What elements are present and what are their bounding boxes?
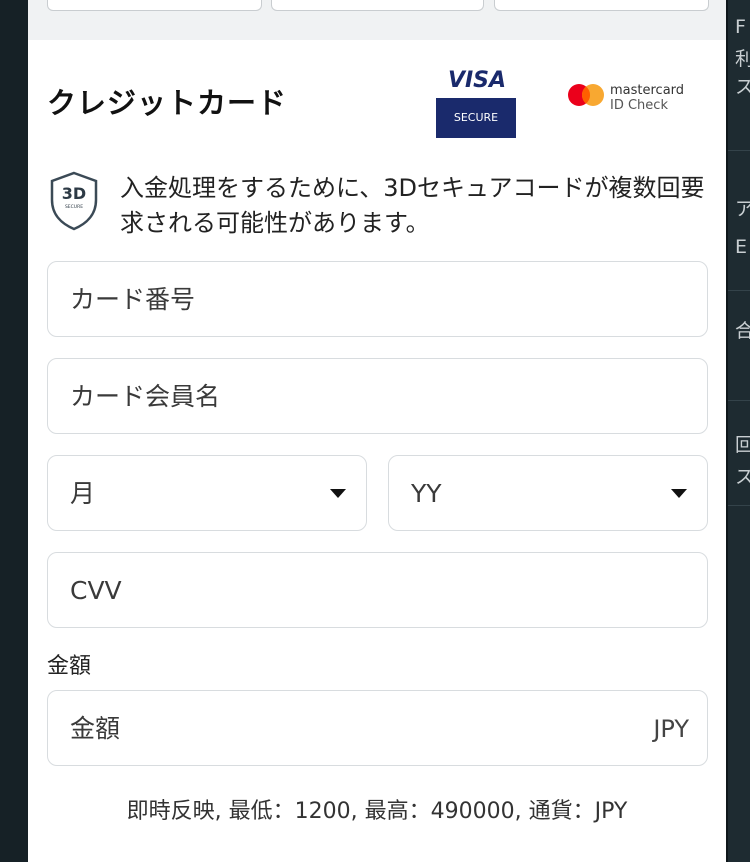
cvv-input[interactable]: CVV bbox=[47, 552, 708, 628]
chevron-down-icon bbox=[671, 489, 687, 498]
credit-card-deposit-panel: クレジットカード VISA SECURE mastercard ID Check… bbox=[28, 0, 726, 862]
background-fragment: ア bbox=[735, 198, 750, 220]
3d-secure-shield-icon: 3D SECURE bbox=[50, 171, 98, 231]
payment-method-tabs-area bbox=[28, 0, 726, 40]
amount-label: 金額 bbox=[47, 654, 92, 679]
background-fragment: E bbox=[735, 236, 748, 258]
svg-text:SECURE: SECURE bbox=[65, 204, 83, 210]
expiry-year-select[interactable]: YY bbox=[388, 455, 708, 531]
background-page-strip: F 利 ス ア E 合 回 ス bbox=[728, 0, 750, 862]
card-number-input[interactable]: カード番号 bbox=[47, 261, 708, 337]
divider bbox=[728, 505, 750, 506]
divider bbox=[728, 400, 750, 401]
payment-method-tab[interactable] bbox=[47, 0, 262, 11]
currency-suffix: JPY bbox=[653, 715, 689, 743]
visa-secure-logo: VISA SECURE bbox=[436, 66, 518, 138]
background-fragment: ス bbox=[735, 76, 750, 98]
3d-secure-notice: 入金処理をするために、3Dセキュアコードが複数回要求される可能性があります。 bbox=[120, 174, 705, 237]
visa-wordmark: VISA bbox=[447, 68, 507, 93]
mastercard-id-check-logo: mastercard ID Check bbox=[566, 78, 706, 118]
id-check-label: ID Check bbox=[610, 98, 668, 113]
amount-placeholder: 金額 bbox=[70, 714, 121, 743]
background-fragment: ス bbox=[735, 466, 750, 488]
payment-method-tab[interactable] bbox=[271, 0, 484, 11]
card-holder-input[interactable]: カード会員名 bbox=[47, 358, 708, 434]
svg-text:3D: 3D bbox=[62, 184, 86, 203]
divider bbox=[728, 150, 750, 151]
chevron-down-icon bbox=[330, 489, 346, 498]
section-title: クレジットカード bbox=[47, 86, 288, 120]
expiry-month-select[interactable]: 月 bbox=[47, 455, 367, 531]
expiry-year-value: YY bbox=[411, 479, 442, 508]
amount-input[interactable]: 金額 JPY bbox=[47, 690, 708, 766]
background-fragment: 利 bbox=[735, 48, 750, 70]
mastercard-wordmark: mastercard bbox=[610, 83, 685, 98]
background-fragment: 合 bbox=[735, 320, 750, 342]
divider bbox=[728, 290, 750, 291]
payment-method-tab[interactable] bbox=[494, 0, 709, 11]
visa-secure-badge: SECURE bbox=[436, 98, 516, 138]
card-number-placeholder: カード番号 bbox=[70, 285, 196, 314]
card-holder-placeholder: カード会員名 bbox=[70, 382, 221, 411]
expiry-month-value: 月 bbox=[70, 479, 96, 508]
cvv-placeholder: CVV bbox=[70, 576, 122, 605]
background-fragment: F bbox=[735, 16, 746, 38]
deposit-limits-note: 即時反映, 最低：1200, 最高：490000, 通貨：JPY bbox=[126, 799, 628, 824]
mastercard-circles-icon bbox=[568, 84, 604, 106]
background-fragment: 回 bbox=[735, 434, 750, 456]
